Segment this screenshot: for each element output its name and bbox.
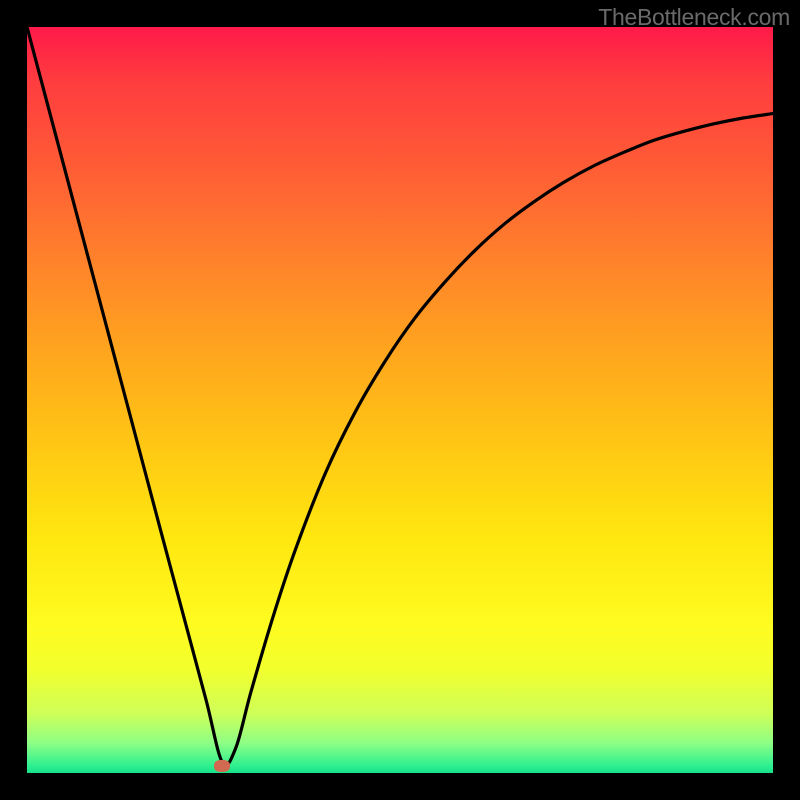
bottleneck-curve bbox=[27, 27, 773, 765]
chart-frame: TheBottleneck.com bbox=[0, 0, 800, 800]
curve-svg bbox=[27, 27, 773, 773]
plot-area bbox=[27, 27, 773, 773]
watermark-text: TheBottleneck.com bbox=[598, 4, 790, 31]
optimal-point-marker bbox=[214, 760, 230, 772]
